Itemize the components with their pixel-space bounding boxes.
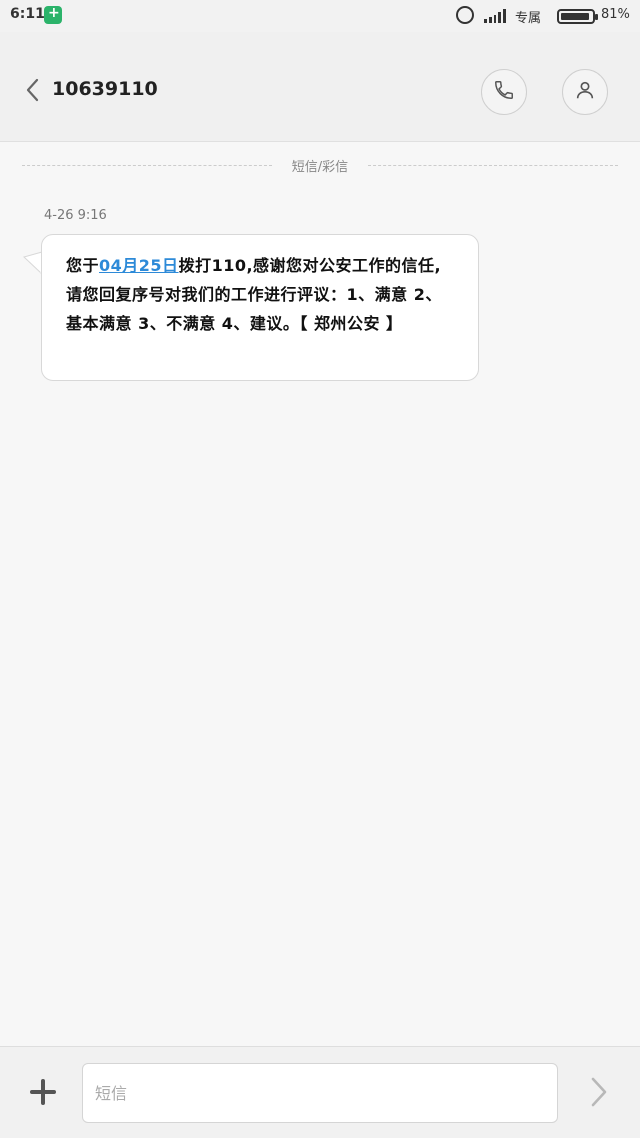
- status-battery-level: 81%: [601, 7, 630, 22]
- compose-bar: [0, 1046, 640, 1138]
- message-text-start: 您于: [66, 256, 100, 275]
- message-text: 您于04月25日拨打110,感谢您对公安工作的信任,请您回复序号对我们的工作进行…: [66, 251, 456, 338]
- phone-icon: [493, 79, 515, 105]
- battery-icon: [557, 9, 598, 24]
- signal-icon: [484, 9, 506, 23]
- contact-number: 10639110: [52, 78, 158, 100]
- date-link[interactable]: 04月25日: [99, 256, 179, 275]
- status-carrier: 专属: [515, 11, 542, 26]
- message-bubble[interactable]: 您于04月25日拨打110,感谢您对公安工作的信任,请您回复序号对我们的工作进行…: [41, 234, 479, 381]
- shield-icon: [44, 5, 62, 24]
- message-timestamp: 4-26 9:16: [44, 208, 107, 223]
- status-time: 6:11: [10, 6, 45, 22]
- contact-info-button[interactable]: [562, 69, 608, 115]
- back-icon[interactable]: [24, 78, 40, 102]
- alarm-icon: [456, 6, 474, 24]
- send-icon[interactable]: [586, 1075, 612, 1109]
- add-icon[interactable]: [26, 1075, 60, 1109]
- conversation-header: 10639110: [0, 32, 640, 142]
- bubble-tail: [23, 251, 44, 275]
- call-button[interactable]: [481, 69, 527, 115]
- status-bar: 6:11 专属 81%: [0, 0, 640, 32]
- person-icon: [574, 79, 596, 105]
- channel-divider: 短信/彩信: [22, 154, 618, 178]
- divider-line: [368, 165, 618, 166]
- message-input[interactable]: [82, 1063, 558, 1123]
